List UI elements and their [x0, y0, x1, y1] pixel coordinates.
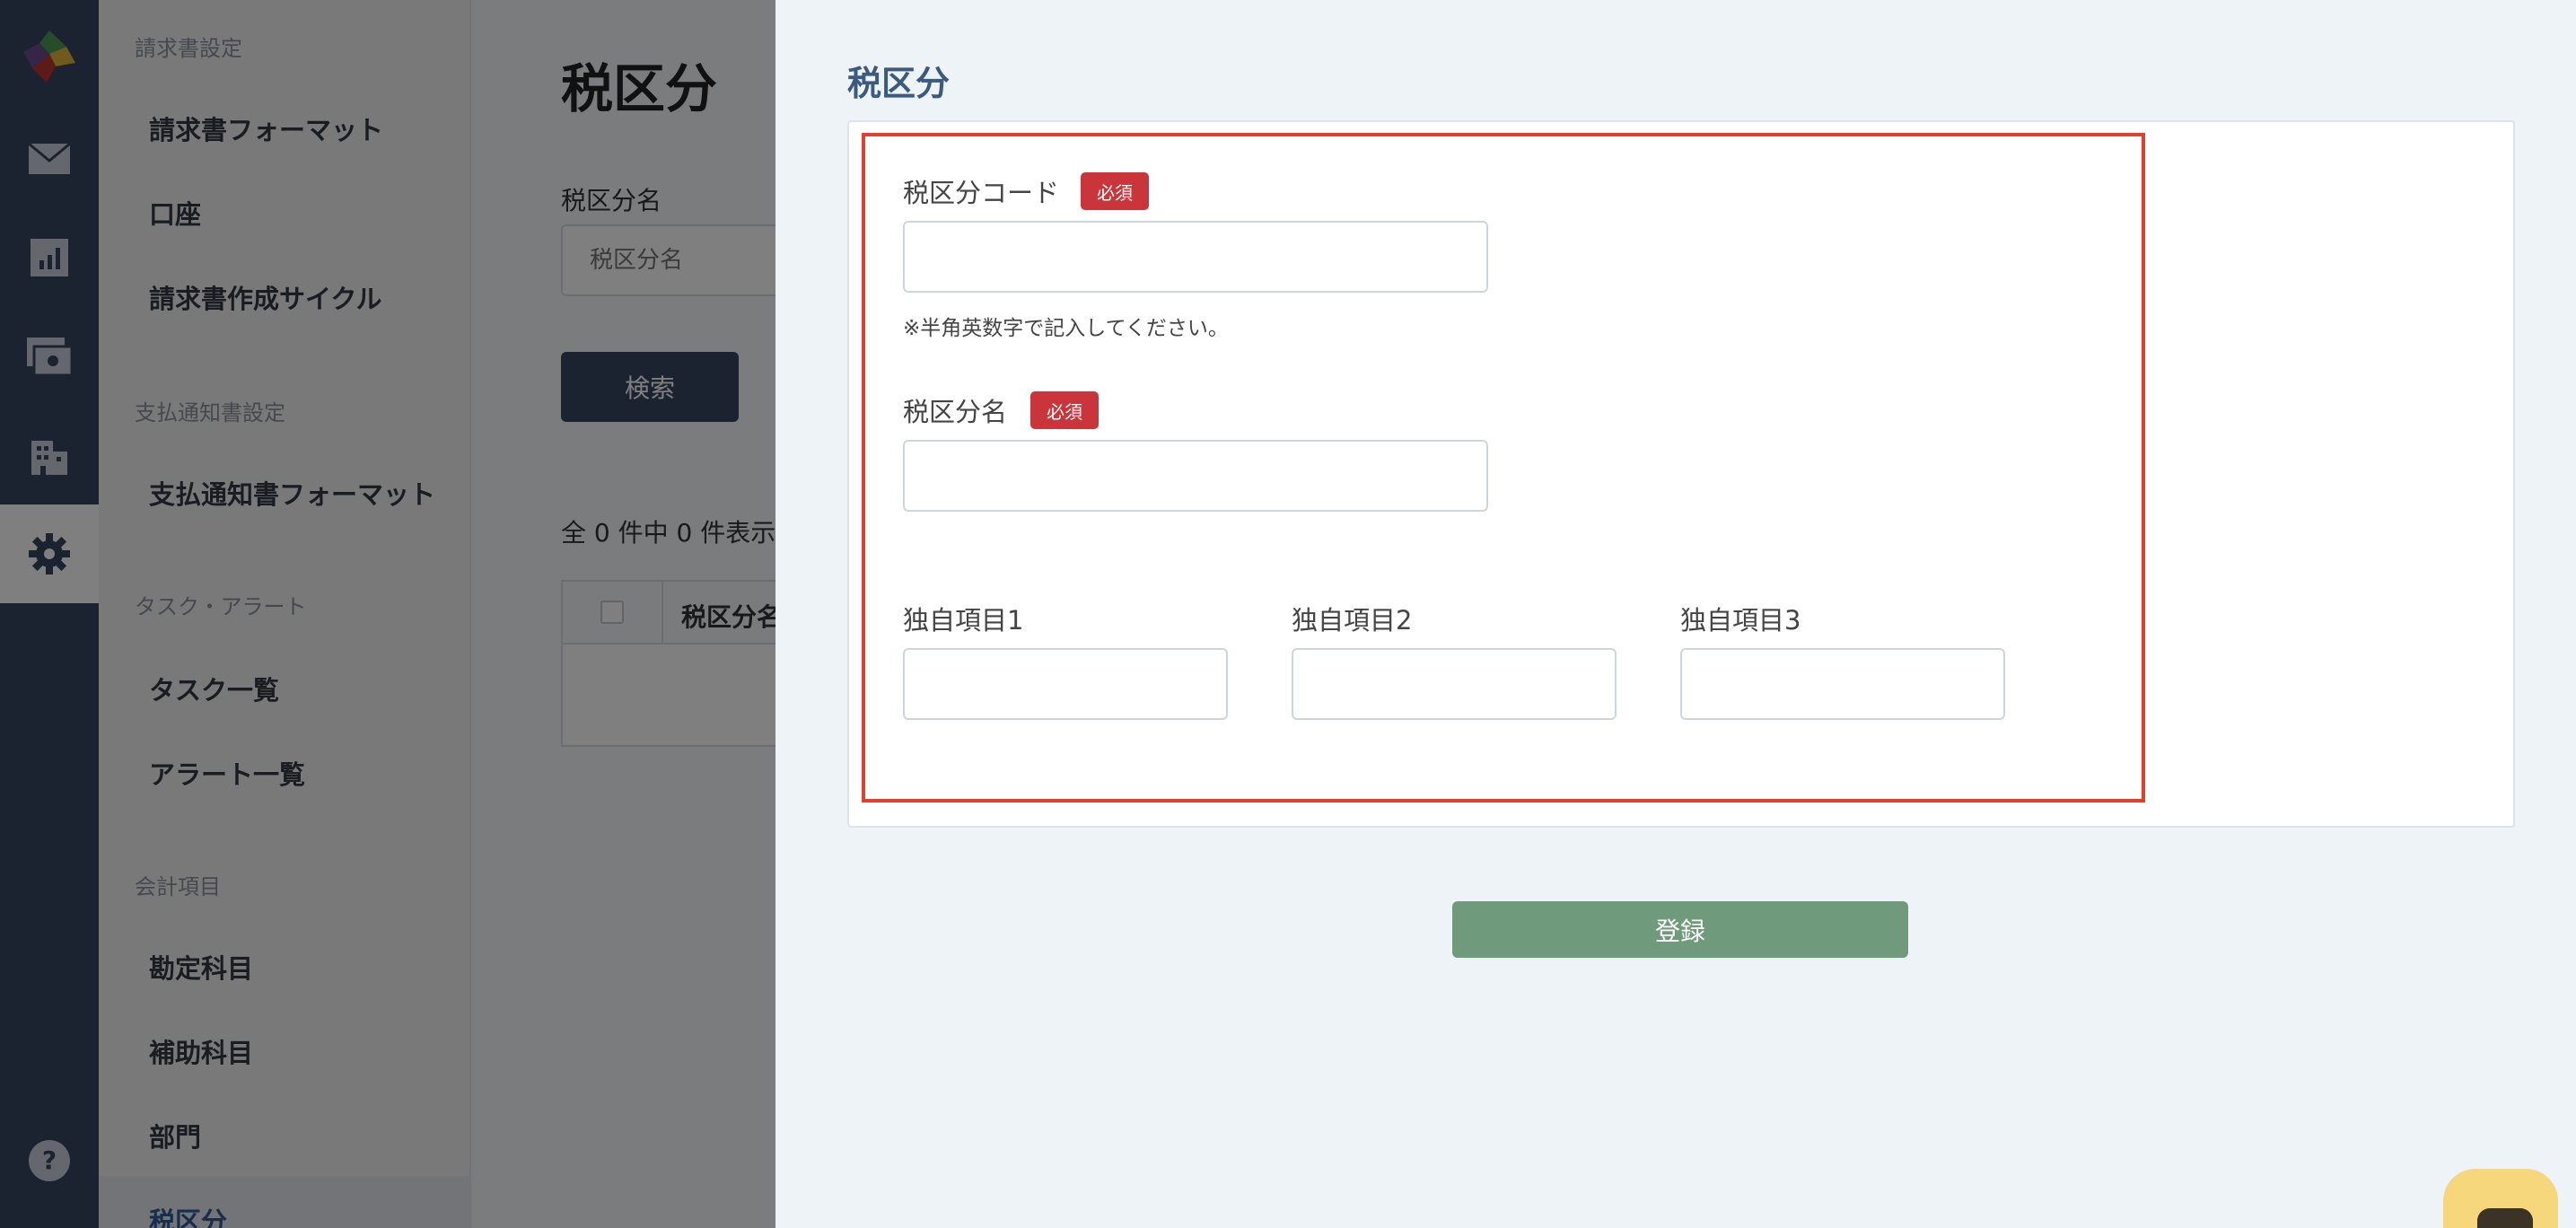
custom2-input[interactable] [1292, 648, 1617, 720]
code-required-badge: 必須 [1081, 172, 1149, 210]
name-label: 税区分名 [903, 397, 1008, 427]
register-button[interactable]: 登録 [1452, 901, 1908, 958]
chat-bubble-icon [2477, 1208, 2533, 1228]
custom2-label: 独自項目2 [1292, 605, 1413, 636]
code-input[interactable] [903, 221, 1488, 293]
name-input[interactable] [903, 440, 1488, 512]
custom1-input[interactable] [903, 648, 1228, 720]
modal-backdrop[interactable] [0, 0, 775, 1228]
custom3-input[interactable] [1680, 648, 2005, 720]
custom3-label: 独自項目3 [1680, 605, 1801, 636]
custom1-label: 独自項目1 [903, 605, 1024, 636]
code-label: 税区分コード [903, 178, 1060, 208]
name-required-badge: 必須 [1030, 391, 1099, 429]
drawer-title: 税区分 [847, 64, 951, 103]
chat-widget[interactable] [2443, 1169, 2558, 1228]
tax-category-drawer: 税区分 税区分コード 必須 ※半角英数字で記入してください。 税区分名 必須 独… [775, 0, 2576, 1228]
code-note: ※半角英数字で記入してください。 [903, 317, 1229, 340]
